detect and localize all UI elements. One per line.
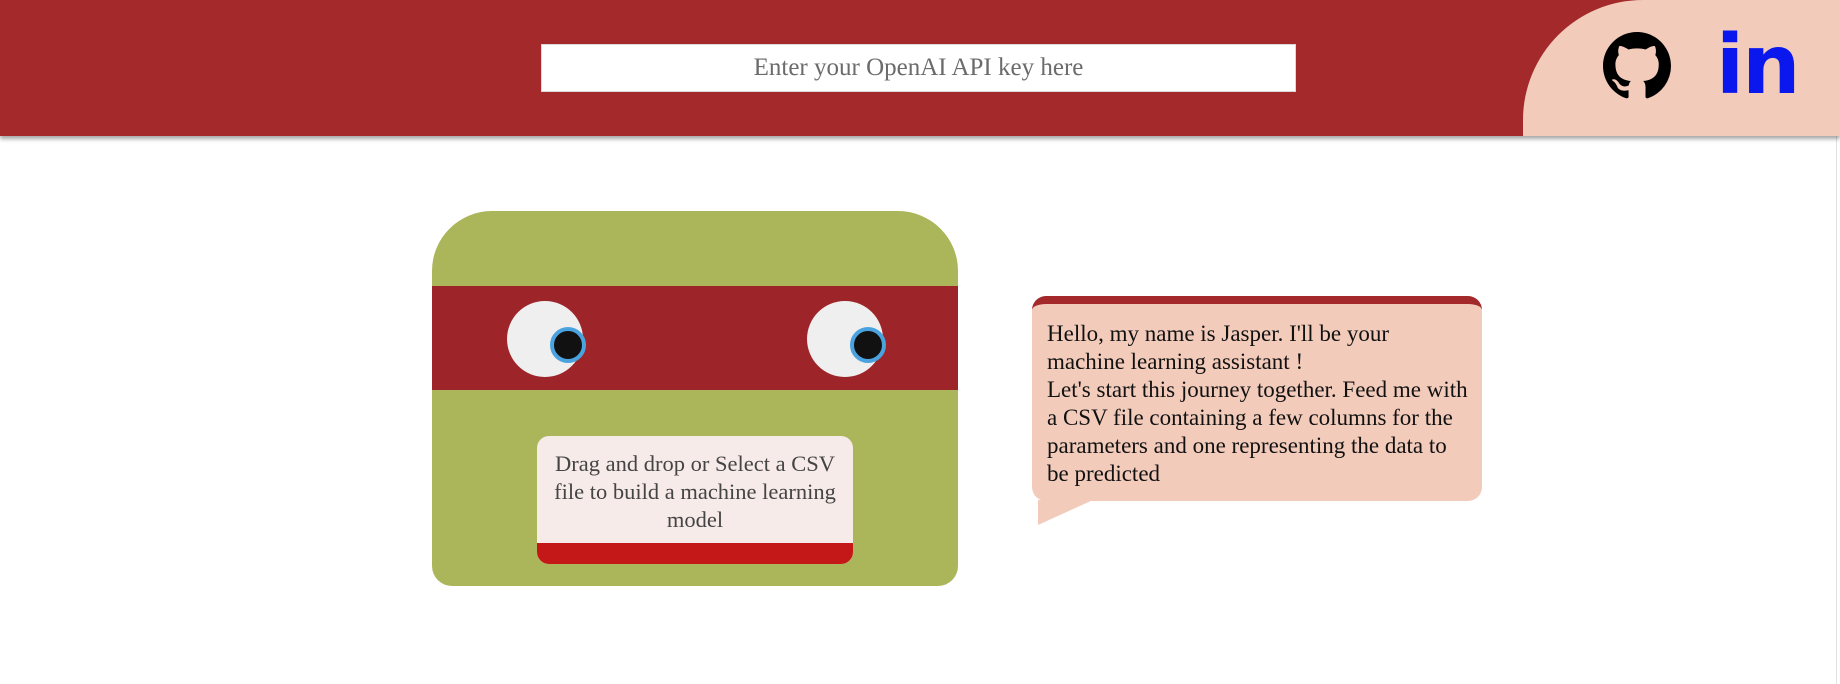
github-link[interactable] — [1603, 32, 1671, 100]
page-edge-divider — [1836, 136, 1837, 684]
linkedin-icon: in — [1716, 18, 1800, 113]
csv-upload-label: Drag and drop or Select a CSV file to bu… — [554, 451, 836, 532]
speech-bubble-tail — [1038, 500, 1093, 525]
github-icon — [1603, 32, 1671, 99]
social-links-panel: in — [1523, 0, 1840, 136]
assistant-message: Hello, my name is Jasper. I'll be your m… — [1047, 321, 1468, 486]
linkedin-link[interactable]: in — [1716, 25, 1800, 107]
assistant-speech-bubble: Hello, my name is Jasper. I'll be your m… — [1032, 296, 1482, 501]
csv-upload-dropzone[interactable]: Drag and drop or Select a CSV file to bu… — [537, 436, 853, 564]
top-header: in — [0, 0, 1840, 136]
robot-right-pupil — [850, 327, 886, 363]
robot-assistant-avatar: Drag and drop or Select a CSV file to bu… — [432, 211, 958, 586]
robot-left-eye — [507, 301, 586, 377]
api-key-input[interactable] — [541, 44, 1296, 92]
page: in Drag and drop or Select a CSV file to… — [0, 0, 1840, 684]
robot-mouth — [537, 543, 853, 564]
robot-left-pupil — [550, 327, 586, 363]
robot-right-eye — [807, 301, 886, 377]
